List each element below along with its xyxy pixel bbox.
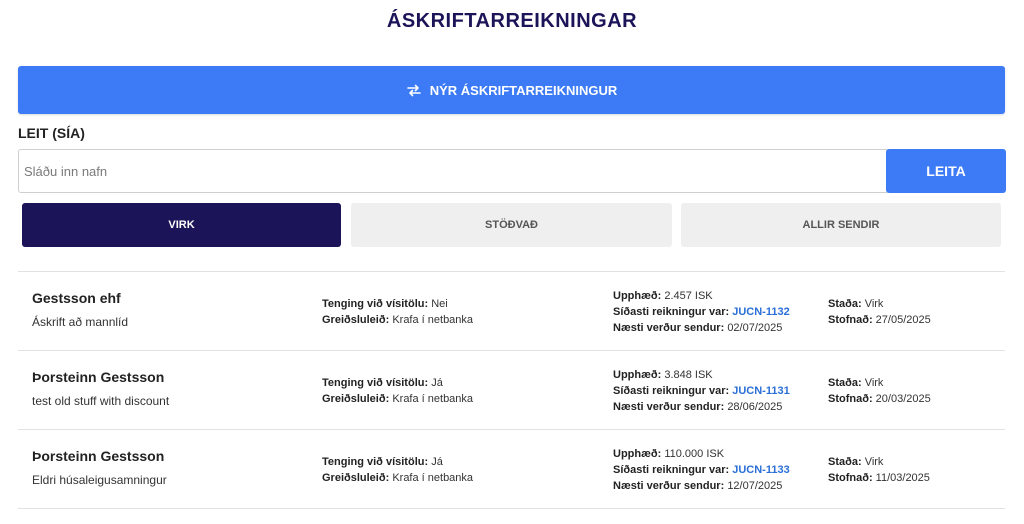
last-invoice-label: Síðasti reikningur var: [613, 385, 730, 397]
payment-method-value: Krafa í netbanka [392, 472, 474, 484]
payment-method-label: Greiðsluleið: [322, 393, 390, 405]
tab-stopped[interactable]: STÖÐVAÐ [351, 203, 672, 247]
payment-method-label: Greiðsluleið: [322, 314, 390, 326]
created-value: 27/05/2025 [875, 314, 931, 326]
status-value: Virk [864, 377, 884, 389]
subscription-terms: Tenging við vísitölu: Já Greiðsluleið: K… [322, 454, 473, 486]
index-link-label: Tenging við vísitölu: [322, 456, 429, 468]
amount-value: 2.457 ISK [664, 290, 713, 302]
last-invoice-label: Síðasti reikningur var: [613, 464, 730, 476]
payment-method-label: Greiðsluleið: [322, 472, 390, 484]
page-title: ÁSKRIFTARREIKNINGAR [386, 10, 638, 32]
next-send-value: 28/06/2025 [727, 401, 783, 413]
amount-value: 3.848 ISK [664, 369, 713, 381]
index-link-value: Já [431, 456, 443, 468]
tab-all-sent[interactable]: ALLIR SENDIR [681, 203, 1001, 247]
index-link-label: Tenging við vísitölu: [322, 298, 429, 310]
next-send-label: Næsti verður sendur: [613, 401, 725, 413]
created-value: 20/03/2025 [875, 393, 931, 405]
subscription-row[interactable]: Þorsteinn Gestsson test old stuff with d… [18, 351, 1005, 430]
status-value: Virk [864, 456, 884, 468]
subscription-description: test old stuff with discount [32, 394, 170, 408]
subscription-terms: Tenging við vísitölu: Nei Greiðsluleið: … [322, 296, 473, 328]
repeat-arrows-icon [406, 84, 421, 97]
tab-active[interactable]: VIRK [22, 203, 341, 247]
new-subscription-button[interactable]: NÝR ÁSKRIFTARREIKNINGUR [18, 66, 1005, 114]
amount-label: Upphæð: [613, 369, 662, 381]
subscription-billing: Upphæð: 3.848 ISK Síðasti reikningur var… [613, 367, 790, 415]
status-value: Virk [864, 298, 884, 310]
amount-value: 110.000 ISK [664, 448, 725, 460]
subscription-name: Þorsteinn Gestsson [32, 369, 165, 385]
subscription-name: Gestsson ehf [32, 290, 121, 306]
last-invoice-link[interactable]: JUCN-1131 [732, 385, 789, 397]
status-label: Staða: [828, 298, 862, 310]
subscription-terms: Tenging við vísitölu: Já Greiðsluleið: K… [322, 375, 473, 407]
index-link-value: Nei [431, 298, 448, 310]
subscription-description: Áskrift að mannlíd [32, 315, 129, 329]
amount-label: Upphæð: [613, 448, 662, 460]
status-label: Staða: [828, 377, 862, 389]
subscription-status: Staða: Virk Stofnað: 20/03/2025 [828, 375, 931, 407]
next-send-label: Næsti verður sendur: [613, 480, 725, 492]
status-label: Staða: [828, 456, 862, 468]
subscription-row[interactable]: Þorsteinn Gestsson Eldri húsaleigusamnin… [18, 430, 1005, 509]
next-send-value: 02/07/2025 [727, 322, 783, 334]
search-input[interactable] [18, 149, 887, 193]
new-subscription-label: NÝR ÁSKRIFTARREIKNINGUR [429, 82, 618, 98]
subscription-billing: Upphæð: 2.457 ISK Síðasti reikningur var… [613, 288, 790, 336]
subscription-row[interactable]: Gestsson ehf Áskrift að mannlíd Tenging … [18, 272, 1005, 351]
last-invoice-link[interactable]: JUCN-1133 [732, 464, 789, 476]
amount-label: Upphæð: [613, 290, 662, 302]
subscription-billing: Upphæð: 110.000 ISK Síðasti reikningur v… [613, 446, 790, 494]
search-button[interactable]: LEITA [886, 149, 1006, 193]
index-link-label: Tenging við vísitölu: [322, 377, 429, 389]
search-label: LEIT (SÍA) [18, 125, 85, 141]
last-invoice-label: Síðasti reikningur var: [613, 306, 730, 318]
last-invoice-link[interactable]: JUCN-1132 [732, 306, 789, 318]
index-link-value: Já [431, 377, 443, 389]
payment-method-value: Krafa í netbanka [392, 314, 474, 326]
subscription-name: Þorsteinn Gestsson [32, 448, 165, 464]
created-label: Stofnað: [828, 472, 873, 484]
subscription-status: Staða: Virk Stofnað: 27/05/2025 [828, 296, 931, 328]
payment-method-value: Krafa í netbanka [392, 393, 474, 405]
subscription-description: Eldri húsaleigusamningur [32, 473, 167, 487]
created-label: Stofnað: [828, 314, 873, 326]
created-value: 11/03/2025 [875, 472, 930, 484]
next-send-label: Næsti verður sendur: [613, 322, 725, 334]
next-send-value: 12/07/2025 [727, 480, 783, 492]
subscription-status: Staða: Virk Stofnað: 11/03/2025 [828, 454, 930, 486]
subscription-list: Gestsson ehf Áskrift að mannlíd Tenging … [18, 271, 1005, 509]
created-label: Stofnað: [828, 393, 873, 405]
